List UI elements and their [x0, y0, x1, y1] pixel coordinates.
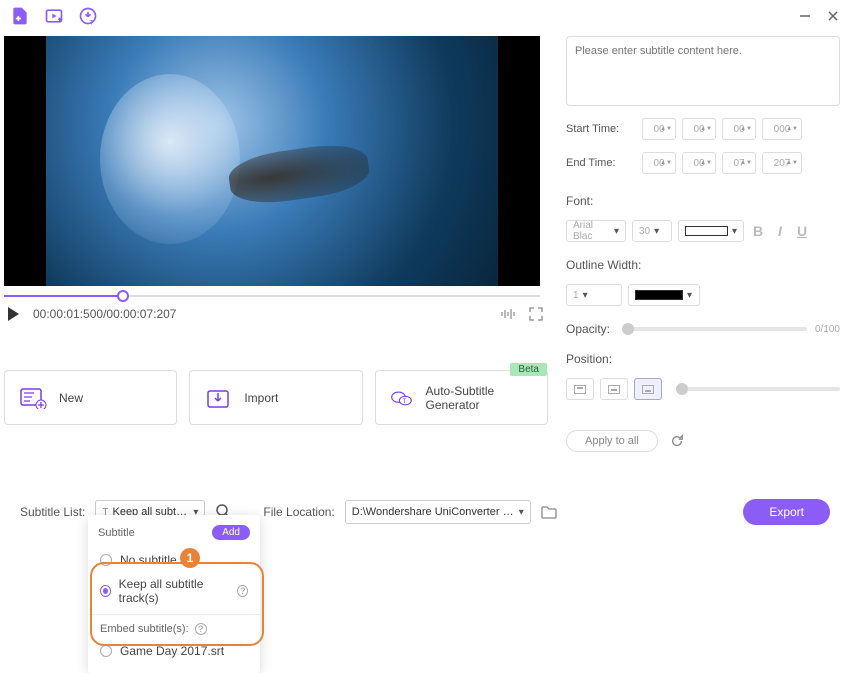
add-subtitle-button[interactable]: Add: [212, 525, 250, 540]
auto-subtitle-button[interactable]: Beta T Auto-Subtitle Generator: [375, 370, 548, 425]
timeline-scrubber[interactable]: [4, 292, 540, 300]
subtitle-content-input[interactable]: [566, 36, 840, 106]
italic-icon[interactable]: I: [772, 223, 788, 239]
position-label: Position:: [566, 352, 840, 366]
start-ms[interactable]: 000▲▼: [762, 118, 802, 140]
popup-title: Subtitle: [98, 527, 135, 539]
radio-checked-icon: [100, 585, 111, 597]
position-slider[interactable]: [676, 387, 840, 391]
outline-width-select[interactable]: 1▾: [566, 284, 622, 306]
position-top-button[interactable]: [566, 378, 594, 400]
position-bottom-button[interactable]: [634, 378, 662, 400]
start-hh[interactable]: 00▲▼: [642, 118, 676, 140]
radio-icon: [100, 554, 112, 566]
add-file-icon[interactable]: [10, 6, 30, 26]
font-label: Font:: [566, 194, 840, 208]
auto-subtitle-icon: T: [390, 387, 414, 409]
outline-label: Outline Width:: [566, 258, 840, 272]
svg-text:T: T: [90, 19, 94, 26]
end-hh[interactable]: 00▲▼: [642, 152, 676, 174]
export-button[interactable]: Export: [743, 499, 830, 525]
close-icon[interactable]: [826, 9, 840, 23]
keep-all-tracks-option[interactable]: Keep all subtitle track(s) ?: [88, 572, 260, 610]
end-time-label: End Time:: [566, 157, 636, 169]
time-display: 00:00:01:500/00:00:07:207: [33, 307, 176, 321]
audio-waveform-icon[interactable]: [500, 306, 516, 322]
radio-icon: [100, 645, 112, 657]
help-icon[interactable]: ?: [237, 585, 248, 597]
beta-badge: Beta: [510, 363, 547, 376]
opacity-label: Opacity:: [566, 322, 614, 336]
font-size-select[interactable]: 30▾: [632, 220, 672, 242]
video-preview[interactable]: [4, 36, 540, 286]
file-location-select[interactable]: D:\Wondershare UniConverter 13\SubEdte ▾: [345, 500, 531, 524]
tutorial-step-badge: 1: [180, 548, 200, 568]
end-ss[interactable]: 07▲▼: [722, 152, 756, 174]
start-ss[interactable]: 00▲▼: [722, 118, 756, 140]
opacity-value: 0/100: [815, 324, 840, 335]
subtitle-popup: Subtitle Add No subtitle Keep all subtit…: [88, 515, 260, 673]
import-icon: [204, 387, 232, 409]
left-column: 00:00:01:500/00:00:07:207 New Import Bet…: [4, 36, 548, 452]
svg-text:T: T: [402, 399, 406, 405]
font-family-select[interactable]: Arial Blac▾: [566, 220, 626, 242]
embed-file-option[interactable]: Game Day 2017.srt: [88, 639, 260, 663]
import-label: Import: [244, 391, 278, 405]
import-subtitle-button[interactable]: Import: [189, 370, 362, 425]
right-panel: Start Time: 00▲▼ 00▲▼ 00▲▼ 000▲▼ End Tim…: [566, 36, 840, 452]
end-mm[interactable]: 00▲▼: [682, 152, 716, 174]
refresh-icon[interactable]: [670, 434, 684, 448]
fullscreen-icon[interactable]: [528, 306, 544, 322]
titlebar: T: [0, 0, 850, 32]
opacity-slider[interactable]: [622, 327, 807, 331]
position-middle-button[interactable]: [600, 378, 628, 400]
file-location-label: File Location:: [263, 505, 334, 519]
embed-subtitle-header: Embed subtitle(s): ?: [88, 614, 260, 639]
underline-icon[interactable]: U: [794, 223, 810, 239]
apply-to-all-button[interactable]: Apply to all: [566, 430, 658, 452]
add-media-icon[interactable]: [44, 6, 64, 26]
help-icon[interactable]: ?: [195, 623, 207, 635]
open-folder-icon[interactable]: [541, 505, 557, 519]
start-time-label: Start Time:: [566, 123, 636, 135]
no-subtitle-option[interactable]: No subtitle: [88, 548, 260, 572]
new-subtitle-button[interactable]: New: [4, 370, 177, 425]
new-label: New: [59, 391, 83, 405]
minimize-icon[interactable]: [798, 9, 812, 23]
auto-subtitle-label: Auto-Subtitle Generator: [426, 384, 533, 412]
play-button[interactable]: [8, 307, 19, 321]
download-subtitle-icon[interactable]: T: [78, 6, 98, 26]
bold-icon[interactable]: B: [750, 223, 766, 239]
font-color-select[interactable]: ▾: [678, 220, 744, 242]
start-mm[interactable]: 00▲▼: [682, 118, 716, 140]
subtitle-list-label: Subtitle List:: [20, 505, 85, 519]
outline-color-select[interactable]: ▾: [628, 284, 700, 306]
end-ms[interactable]: 207▲▼: [762, 152, 802, 174]
new-icon: [19, 387, 47, 409]
